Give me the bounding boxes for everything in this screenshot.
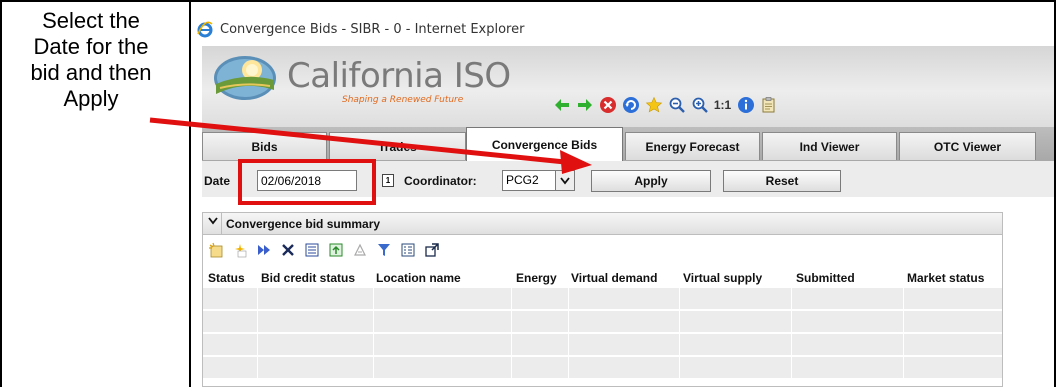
brand-tagline: Shaping a Renewed Future — [342, 95, 464, 105]
tab-energy-forecast[interactable]: Energy Forecast — [625, 132, 760, 160]
table-row[interactable] — [203, 357, 1002, 379]
california-iso-logo-icon — [212, 54, 278, 102]
column-divider — [903, 288, 904, 386]
coordinator-select[interactable]: PCG2 — [502, 170, 575, 191]
export-icon[interactable] — [327, 241, 345, 259]
window-title: Convergence Bids - SIBR - 0 - Internet E… — [220, 21, 525, 37]
frame-top-border — [191, 0, 1056, 2]
table-row[interactable] — [203, 334, 1002, 356]
back-arrow-icon[interactable] — [552, 96, 571, 115]
chevron-down-icon[interactable] — [208, 216, 218, 228]
instruction-callout: Select the Date for the bid and then App… — [0, 0, 191, 387]
reset-button[interactable]: Reset — [723, 170, 841, 192]
column-divider — [679, 288, 680, 386]
refresh-icon[interactable] — [621, 96, 640, 115]
table-row[interactable] — [203, 311, 1002, 333]
column-divider — [791, 288, 792, 386]
tab-convergence-bids[interactable]: Convergence Bids — [466, 127, 623, 161]
panel-divider — [221, 213, 222, 235]
column-divider — [511, 288, 512, 386]
filter-icon[interactable] — [375, 241, 393, 259]
tab-trades[interactable]: Trades — [329, 132, 466, 160]
clear-icon[interactable] — [351, 241, 369, 259]
stop-icon[interactable] — [598, 96, 617, 115]
window-titlebar: Convergence Bids - SIBR - 0 - Internet E… — [193, 14, 1054, 44]
convergence-bid-summary-panel: Convergence bid summary Status Bid credi… — [202, 212, 1003, 387]
column-header-virtual-supply[interactable]: Virtual supply — [683, 271, 762, 285]
tab-ind-viewer[interactable]: Ind Viewer — [762, 132, 897, 160]
instruction-text: Select the Date for the bid and then App… — [30, 8, 152, 111]
column-header-status[interactable]: Status — [208, 271, 245, 285]
tab-bids[interactable]: Bids — [202, 132, 327, 160]
panel-title: Convergence bid summary — [226, 217, 381, 231]
column-divider — [257, 288, 258, 386]
frame-right-border — [1054, 0, 1056, 387]
submit-icon[interactable] — [255, 241, 273, 259]
table-row[interactable] — [203, 288, 1002, 310]
tab-label: OTC Viewer — [933, 139, 1002, 154]
coordinator-label: Coordinator: — [404, 174, 477, 188]
column-header-bid-credit-status[interactable]: Bid credit status — [261, 271, 355, 285]
column-header-submitted[interactable]: Submitted — [796, 271, 855, 285]
date-highlight-box — [238, 159, 376, 205]
date-label: Date — [204, 174, 231, 188]
chevron-down-icon[interactable] — [555, 171, 574, 190]
panel-toolbar — [207, 240, 441, 260]
tab-label: Energy Forecast — [645, 139, 740, 154]
tab-label: Trades — [378, 139, 417, 154]
zoom-in-icon[interactable] — [690, 96, 709, 115]
delete-icon[interactable] — [279, 241, 297, 259]
popout-icon[interactable] — [423, 241, 441, 259]
column-divider — [568, 288, 569, 386]
grid-body — [203, 288, 1002, 386]
info-icon[interactable] — [736, 96, 755, 115]
clipboard-icon[interactable] — [759, 96, 778, 115]
column-header-energy[interactable]: Energy — [516, 271, 557, 285]
coordinator-value: PCG2 — [506, 173, 539, 187]
apply-button[interactable]: Apply — [591, 170, 711, 192]
forward-arrow-icon[interactable] — [575, 96, 594, 115]
tab-label: Convergence Bids — [491, 137, 598, 152]
column-header-virtual-demand[interactable]: Virtual demand — [571, 271, 657, 285]
new-bid-icon[interactable] — [207, 241, 225, 259]
column-header-market-status[interactable]: Market status — [907, 271, 984, 285]
tab-strip: Bids Trades Convergence Bids Energy Fore… — [202, 127, 1054, 161]
tab-label: Bids — [251, 139, 278, 154]
toolbar: 1:1 — [552, 94, 778, 116]
grid-header: Status Bid credit status Location name E… — [203, 266, 1002, 288]
panel-header[interactable]: Convergence bid summary — [203, 213, 1002, 235]
brand-name: California ISO — [287, 56, 511, 96]
favorites-star-icon[interactable] — [644, 96, 663, 115]
column-header-location-name[interactable]: Location name — [376, 271, 461, 285]
column-chooser-icon[interactable] — [399, 241, 417, 259]
copy-bid-icon[interactable] — [231, 241, 249, 259]
tab-label: Ind Viewer — [799, 139, 860, 154]
view-icon[interactable] — [303, 241, 321, 259]
calendar-icon[interactable]: 1 — [382, 174, 394, 187]
column-divider — [373, 288, 374, 386]
app-banner: California ISO Shaping a Renewed Future — [202, 46, 1054, 136]
actual-size-button[interactable]: 1:1 — [713, 96, 732, 115]
zoom-out-icon[interactable] — [667, 96, 686, 115]
internet-explorer-icon — [196, 20, 214, 38]
tab-otc-viewer[interactable]: OTC Viewer — [899, 132, 1036, 160]
